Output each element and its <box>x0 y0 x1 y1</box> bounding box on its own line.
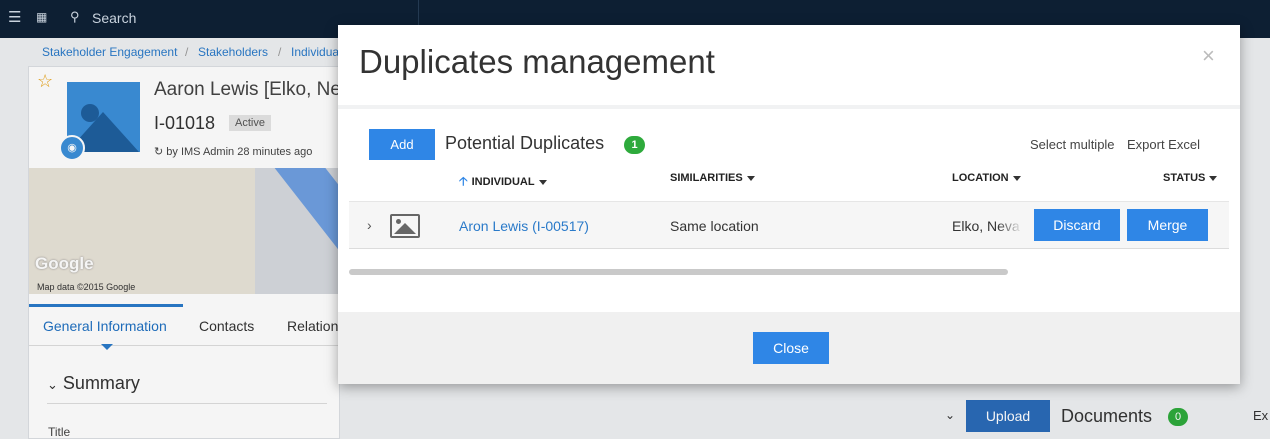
discard-button[interactable]: Discard <box>1034 209 1120 241</box>
sort-ascending-icon: 🡡 <box>459 174 468 188</box>
individual-link[interactable]: Aron Lewis (I-00517) <box>459 218 589 234</box>
search-icon[interactable]: ⚲ <box>70 9 80 25</box>
column-header-similarities-label: SIMILARITIES <box>670 172 743 184</box>
dropdown-caret-icon <box>538 179 547 185</box>
duplicates-count-badge: 1 <box>624 136 645 154</box>
potential-duplicates-heading: Potential Duplicates <box>445 133 605 153</box>
search-input[interactable]: Search <box>92 10 136 26</box>
chevron-right-icon[interactable]: › <box>367 217 372 233</box>
column-header-similarities[interactable]: SIMILARITIES <box>670 172 755 184</box>
location-fade-overlay <box>997 212 1023 240</box>
similarities-value: Same location <box>670 218 759 234</box>
table-row: › Aron Lewis (I-00517) Same location Elk… <box>349 201 1229 249</box>
column-header-status[interactable]: STATUS <box>1163 172 1218 184</box>
column-header-individual-label: INDIVIDUAL <box>471 176 535 188</box>
modal-header-divider <box>338 105 1240 109</box>
column-header-location[interactable]: LOCATION <box>952 172 1021 184</box>
close-button[interactable]: Close <box>753 332 829 364</box>
image-mountain-shape <box>394 223 416 234</box>
dropdown-caret-icon <box>746 175 755 181</box>
modal-title: Duplicates management <box>359 43 715 80</box>
dropdown-caret-icon <box>1012 175 1021 181</box>
dropdown-caret-icon <box>1209 175 1218 181</box>
modal-footer: Close <box>338 312 1240 384</box>
select-multiple-link[interactable]: Select multiple <box>1030 137 1115 152</box>
merge-button[interactable]: Merge <box>1127 209 1208 241</box>
image-placeholder-icon <box>390 214 420 238</box>
column-header-individual[interactable]: 🡡 INDIVIDUAL <box>459 172 547 193</box>
apps-grid-icon[interactable]: ▦ <box>36 10 47 24</box>
column-header-status-label: STATUS <box>1163 172 1206 184</box>
column-header-location-label: LOCATION <box>952 172 1009 184</box>
add-button[interactable]: Add <box>369 129 435 160</box>
horizontal-scrollbar[interactable] <box>349 269 1008 275</box>
duplicates-management-modal: Duplicates management × Add Potential Du… <box>338 25 1240 384</box>
close-icon[interactable]: × <box>1202 43 1215 69</box>
list-menu-icon[interactable]: ☰ <box>8 8 21 26</box>
export-excel-link[interactable]: Export Excel <box>1127 137 1200 152</box>
